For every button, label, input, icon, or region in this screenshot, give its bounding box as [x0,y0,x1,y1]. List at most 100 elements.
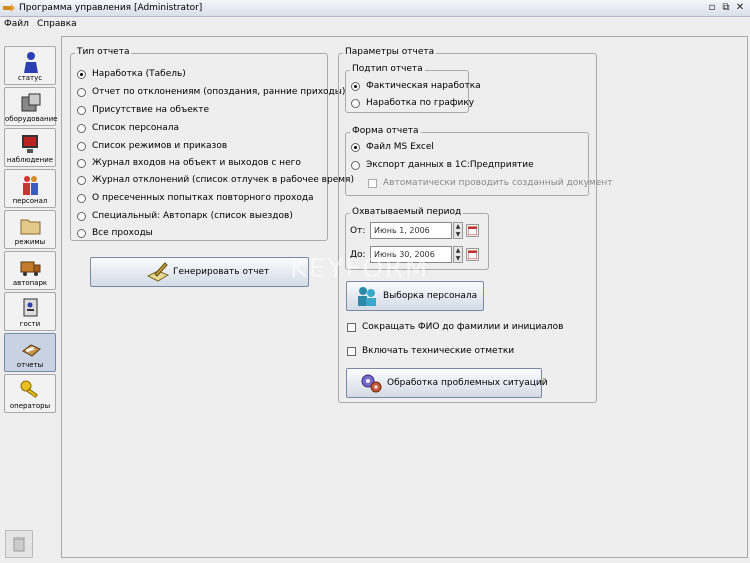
nav-status[interactable]: статус [4,46,56,85]
nav-operators[interactable]: операторы [4,374,56,413]
option-label: Журнал входов на объект и выходов с него [92,158,301,168]
report-subtype-group: Подтип отчета Фактическая наработка Нара… [345,64,481,113]
reports-icon [22,344,41,357]
nav-label: гости [19,320,41,328]
generate-report-button[interactable]: Генерировать отчет [90,257,309,287]
checkbox[interactable] [347,322,356,332]
option-label: Наработка (Табель) [92,69,186,79]
auto-run-label: Автоматически проводить созданный докуме… [383,178,613,188]
subtype-option[interactable]: Наработка по графику [351,96,474,110]
arrow-down-icon[interactable]: ▼ [454,255,462,262]
radio[interactable] [77,158,86,168]
option-label: О пресеченных попытках повторного проход… [92,193,314,203]
truck-icon [20,261,41,276]
report-type-option[interactable]: Наработка (Табель) [77,67,186,81]
window-title: Программа управления [Administrator] [19,3,203,13]
folder-icon [20,219,41,235]
main-panel: Тип отчета Наработка (Табель) Отчет по о… [61,36,748,558]
radio[interactable] [77,211,86,221]
report-type-option[interactable]: Список режимов и приказов [77,139,227,153]
menu-file[interactable]: Файл [4,19,29,29]
nav-modes[interactable]: режимы [4,210,56,249]
arrow-up-icon[interactable]: ▲ [454,247,462,254]
sidebar: статус оборудование наблюдение персонал … [2,46,57,418]
from-calendar-button[interactable] [466,224,479,237]
to-date-spinner[interactable]: ▲ ▼ [453,246,463,263]
option-label: Список режимов и приказов [92,141,228,151]
people-icon [358,287,376,306]
radio[interactable] [77,87,86,97]
from-date-spinner[interactable]: ▲ ▼ [453,222,463,239]
restore-icon[interactable]: ⧉ [720,2,732,14]
trash-button[interactable] [5,530,33,558]
option-label: Все проходы [92,228,153,238]
option-label: Список персонала [92,123,180,133]
checkbox[interactable] [368,178,377,188]
from-date-input[interactable] [370,222,452,239]
nav-label: персонал [12,197,48,205]
arrow-up-icon[interactable]: ▲ [454,223,462,230]
report-type-option[interactable]: Журнал отклонений (список отлучек в рабо… [77,173,354,187]
radio-selected[interactable] [351,81,360,91]
form-option[interactable]: Экспорт данных в 1С:Предприятие [351,158,534,172]
radio[interactable] [77,141,86,151]
calendar-icon [468,250,477,259]
to-date-input[interactable] [370,246,452,263]
nav-label: отчеты [16,361,44,369]
nav-reports[interactable]: отчеты [4,333,56,372]
period-group: Охватываемый период От: ▲▼ До: ▲▼ [345,207,489,270]
radio-selected[interactable] [351,142,360,152]
report-type-option[interactable]: Отчет по отклонениям (опоздания, ранние … [77,85,345,99]
radio[interactable] [77,175,86,185]
report-type-option[interactable]: О пресеченных попытках повторного проход… [77,191,314,205]
radio[interactable] [77,228,86,238]
radio-selected[interactable] [77,69,86,79]
option-label: Наработка по графику [366,98,475,108]
nav-label: статус [17,74,43,82]
select-staff-button[interactable]: Выборка персонала [346,281,484,311]
option-label: Файл MS Excel [366,142,434,152]
checkbox[interactable] [347,346,356,356]
subtype-option[interactable]: Фактическая наработка [351,79,481,93]
problems-button[interactable]: Обработка проблемных ситуаций [346,368,548,398]
report-type-option[interactable]: Все проходы [77,226,153,240]
form-option[interactable]: Файл MS Excel [351,140,434,154]
app-icon [3,4,15,12]
period-title: Охватываемый период [350,207,464,217]
radio[interactable] [351,98,360,108]
nav-label: наблюдение [6,156,54,164]
nav-fleet[interactable]: автопарк [4,251,56,290]
tech-marks-option[interactable]: Включать технические отметки [347,344,514,358]
radio[interactable] [77,105,86,115]
calendar-icon [468,226,477,235]
report-type-option[interactable]: Список персонала [77,121,179,135]
nav-staff[interactable]: персонал [4,169,56,208]
select-staff-label: Выборка персонала [383,291,478,301]
option-label: Журнал отклонений (список отлучек в рабо… [92,175,354,185]
abbreviate-option[interactable]: Сокращать ФИО до фамилии и инициалов [347,320,563,334]
close-icon[interactable]: ✕ [734,2,746,14]
nav-equipment[interactable]: оборудование [4,87,57,126]
abbreviate-label: Сокращать ФИО до фамилии и инициалов [362,322,564,332]
nav-guests[interactable]: гости [4,292,56,331]
to-calendar-button[interactable] [466,248,479,261]
report-type-option[interactable]: Журнал входов на объект и выходов с него [77,156,301,170]
radio[interactable] [77,123,86,133]
report-type-group: Тип отчета Наработка (Табель) Отчет по о… [70,47,354,241]
option-label: Присутствие на объекте [92,105,210,115]
minimize-icon[interactable]: ▫ [706,2,718,14]
nav-label: автопарк [12,279,48,287]
radio[interactable] [77,193,86,203]
tech-marks-label: Включать технические отметки [362,346,515,356]
auto-run-option[interactable]: Автоматически проводить созданный докуме… [368,176,612,190]
badge-icon [23,298,38,317]
option-label: Отчет по отклонениям (опоздания, ранние … [92,87,346,97]
radio[interactable] [351,160,360,170]
arrow-down-icon[interactable]: ▼ [454,231,462,238]
menu-help[interactable]: Справка [37,19,77,29]
menu-bar: Файл Справка [0,17,750,32]
trash-icon [13,537,25,552]
report-type-option[interactable]: Специальный: Автопарк (список выездов) [77,209,293,223]
nav-monitoring[interactable]: наблюдение [4,128,56,167]
report-type-option[interactable]: Присутствие на объекте [77,103,209,117]
